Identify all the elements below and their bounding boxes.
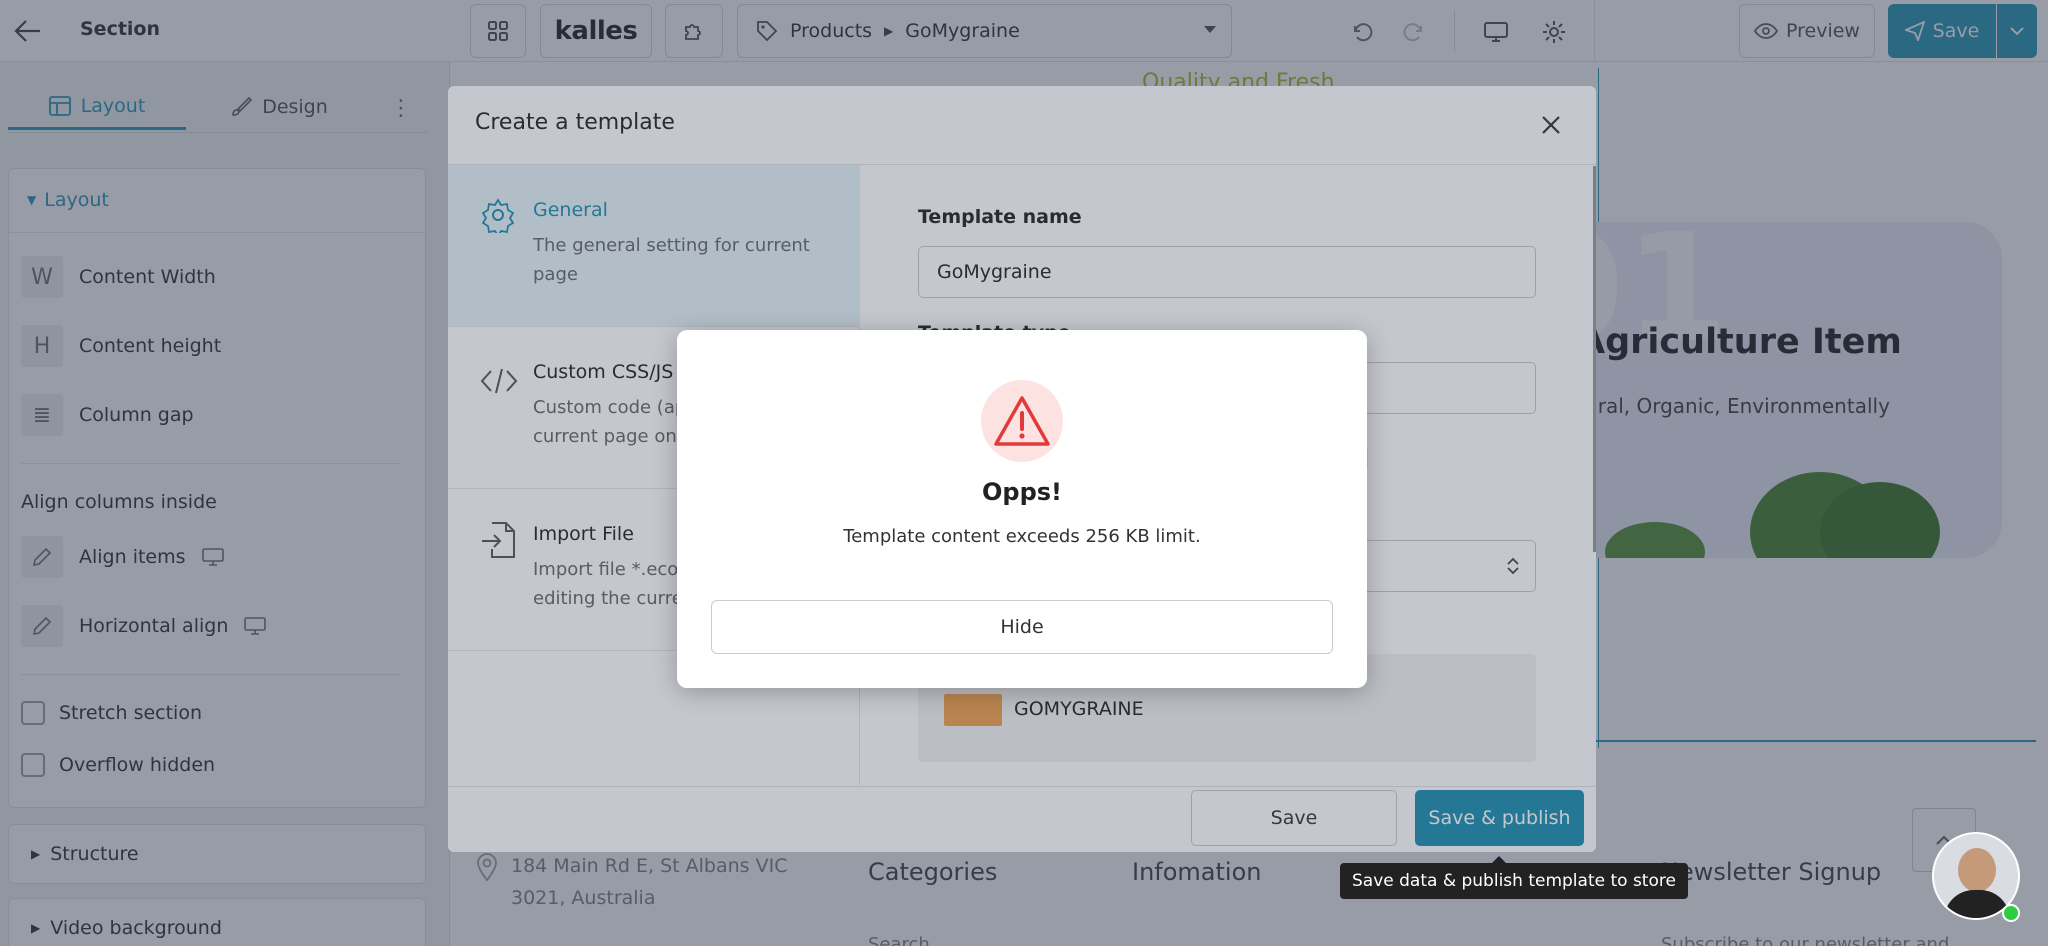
error-alert-dialog: Opps! Template content exceeds 256 KB li… — [677, 330, 1367, 688]
warning-circle — [981, 380, 1063, 462]
warning-triangle-icon — [993, 395, 1051, 447]
avatar-face — [1958, 848, 1996, 892]
tooltip-arrow — [1492, 856, 1506, 863]
save-publish-tooltip: Save data & publish template to store — [1340, 863, 1688, 899]
alert-message: Template content exceeds 256 KB limit. — [843, 526, 1201, 547]
hide-button[interactable]: Hide — [711, 600, 1333, 654]
online-status-dot — [2002, 904, 2020, 922]
avatar-shirt — [1944, 890, 2010, 918]
alert-title: Opps! — [982, 478, 1062, 506]
